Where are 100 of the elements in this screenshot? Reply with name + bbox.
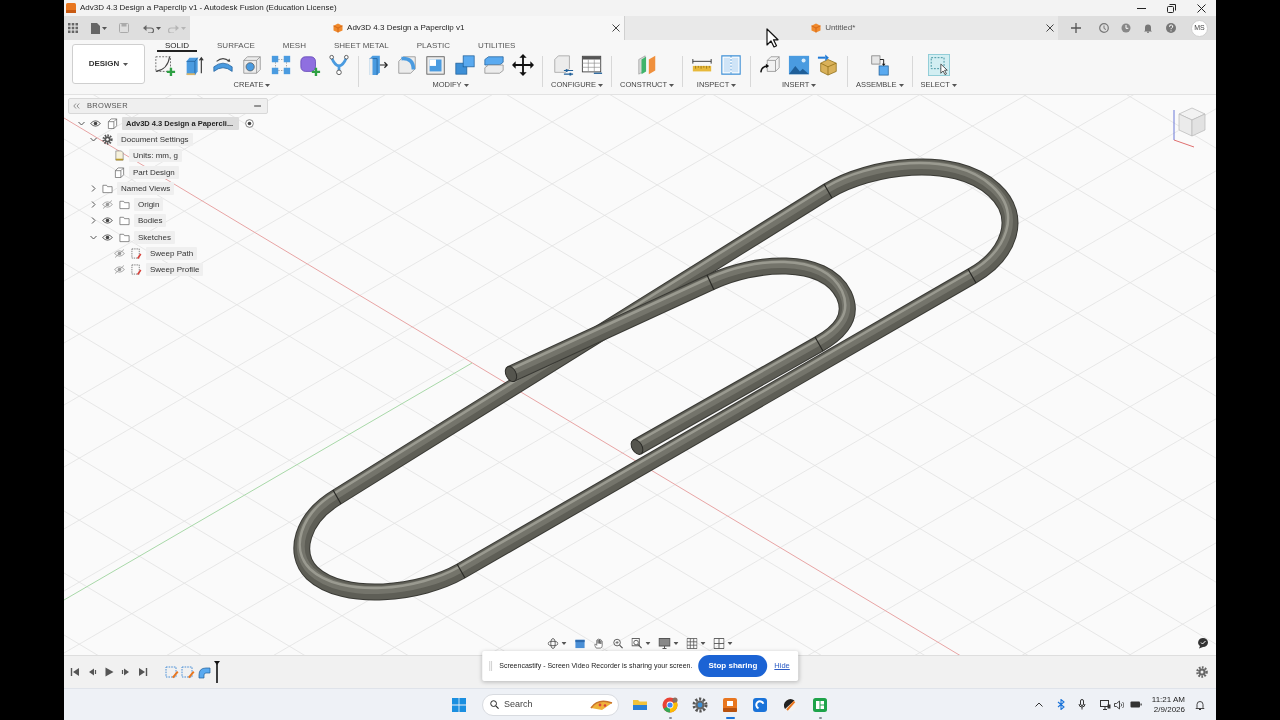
search-field[interactable]: Search — [482, 693, 619, 716]
caret-icon[interactable] — [951, 83, 957, 87]
orbit-icon[interactable] — [547, 638, 559, 649]
selection-box-icon[interactable] — [927, 54, 950, 76]
sketch-icon[interactable] — [154, 54, 176, 76]
chevron-up-icon[interactable] — [1034, 702, 1043, 707]
skip-start-icon[interactable] — [70, 667, 80, 677]
eye-icon[interactable] — [102, 232, 113, 242]
tree-item[interactable]: Units: mm, g — [129, 149, 182, 163]
disc-icon[interactable] — [782, 696, 798, 713]
active-radio-icon[interactable] — [245, 118, 255, 128]
clock-outline-icon[interactable] — [1099, 23, 1109, 33]
close-icon[interactable] — [1046, 24, 1054, 32]
form-icon[interactable] — [299, 54, 321, 76]
chat-bubble-icon[interactable] — [1197, 637, 1209, 649]
eye-off-icon[interactable] — [114, 249, 125, 258]
branch-icon[interactable] — [328, 54, 350, 76]
play-icon[interactable] — [104, 667, 114, 677]
browser-icon[interactable] — [662, 696, 678, 713]
shell-icon[interactable] — [425, 54, 447, 76]
caret-icon[interactable] — [669, 83, 675, 87]
timeline-marker-icon[interactable] — [214, 661, 220, 683]
eye-icon[interactable] — [102, 216, 113, 226]
eye-off-icon[interactable] — [114, 265, 125, 275]
step-forward-icon[interactable] — [121, 667, 131, 677]
sketch-feature-icon[interactable] — [181, 665, 195, 679]
app-tile-icon[interactable] — [722, 696, 738, 713]
tree-item[interactable]: Part Design — [129, 165, 179, 179]
caret-icon[interactable] — [700, 642, 706, 645]
caret-icon[interactable] — [156, 26, 161, 30]
settings-icon[interactable] — [692, 696, 708, 713]
bluetooth-icon[interactable] — [1056, 699, 1065, 710]
network-icon[interactable] — [1099, 699, 1111, 710]
caret-icon[interactable] — [463, 83, 469, 87]
app-tile-icon[interactable] — [812, 696, 828, 713]
pattern-icon[interactable] — [270, 54, 292, 76]
caret-icon[interactable] — [727, 642, 733, 645]
hole-icon[interactable] — [241, 54, 263, 76]
caret-icon[interactable] — [898, 83, 904, 87]
tree-item[interactable]: Sweep Path — [146, 247, 198, 260]
zoom-window-icon[interactable] — [631, 638, 643, 649]
caret-icon[interactable] — [102, 26, 107, 30]
fillet-icon[interactable] — [396, 54, 418, 76]
move-icon[interactable] — [512, 54, 534, 76]
toolbar-tab[interactable]: SURFACE — [209, 40, 263, 52]
eye-icon[interactable] — [90, 118, 101, 128]
tree-item[interactable]: Sweep Profile — [146, 263, 204, 277]
zoom-icon[interactable] — [612, 638, 624, 649]
table-icon[interactable] — [580, 54, 603, 76]
sketch-feature-icon[interactable] — [165, 665, 179, 679]
tree-item[interactable]: Named Views — [117, 181, 175, 195]
microphone-icon[interactable] — [1077, 699, 1086, 710]
joint-cubes-icon[interactable] — [868, 54, 891, 76]
help-icon[interactable] — [1166, 23, 1176, 33]
volume-icon[interactable] — [1113, 699, 1124, 710]
grid-icon[interactable] — [686, 638, 698, 649]
caret-icon[interactable] — [811, 83, 817, 87]
start-icon[interactable] — [452, 697, 466, 712]
split-icon[interactable] — [483, 54, 505, 76]
clock-date[interactable]: 2/9/2026 — [1153, 704, 1185, 715]
toolbar-tab[interactable]: SHEET METAL — [325, 40, 397, 52]
tree-item[interactable]: Origin — [134, 198, 164, 212]
caret-icon[interactable] — [645, 642, 651, 645]
undo-icon[interactable] — [143, 23, 154, 33]
workspace-button[interactable]: DESIGN — [72, 44, 145, 84]
app-tile-icon[interactable] — [752, 696, 768, 713]
battery-icon[interactable] — [1129, 700, 1142, 709]
import-box-icon[interactable] — [817, 54, 840, 76]
cube-sliders-icon[interactable] — [551, 54, 574, 76]
eye-off-icon[interactable] — [102, 200, 113, 210]
caret-icon[interactable] — [265, 83, 271, 87]
plus-icon[interactable] — [1071, 23, 1081, 33]
stop-sharing-button[interactable]: Stop sharing — [698, 655, 768, 677]
close-icon[interactable] — [1196, 3, 1206, 13]
tree-item[interactable]: Sketches — [134, 230, 175, 244]
caret-icon[interactable] — [731, 83, 737, 87]
image-icon[interactable] — [788, 54, 811, 76]
toolbar-tab[interactable]: SOLID — [157, 40, 197, 52]
caret-icon[interactable] — [561, 642, 567, 645]
settings-icon[interactable] — [1196, 666, 1208, 678]
tree-item[interactable]: Bodies — [134, 214, 167, 228]
skip-end-icon[interactable] — [138, 667, 148, 677]
panel-icon[interactable] — [574, 638, 586, 649]
bell-icon[interactable] — [1195, 699, 1205, 710]
document-tab[interactable]: Untitled* — [623, 16, 1058, 40]
caret-icon[interactable] — [673, 642, 679, 645]
four-panes-icon[interactable] — [713, 638, 725, 649]
file-icon[interactable] — [91, 22, 100, 34]
toolbar-tab[interactable]: MESH — [274, 40, 314, 52]
restore-icon[interactable] — [1166, 3, 1176, 13]
toolbar-tab[interactable]: PLASTIC — [408, 40, 459, 52]
chevron-down-icon[interactable] — [89, 135, 97, 143]
caret-icon[interactable] — [598, 83, 603, 87]
pan-hand-icon[interactable] — [593, 638, 605, 649]
combine-icon[interactable] — [454, 54, 476, 76]
step-back-icon[interactable] — [87, 667, 97, 677]
clock-time[interactable]: 11:21 AM — [1151, 694, 1185, 705]
monitor-icon[interactable] — [658, 638, 671, 649]
toolbar-tab[interactable]: UTILITIES — [470, 40, 524, 52]
close-icon[interactable] — [611, 24, 620, 32]
